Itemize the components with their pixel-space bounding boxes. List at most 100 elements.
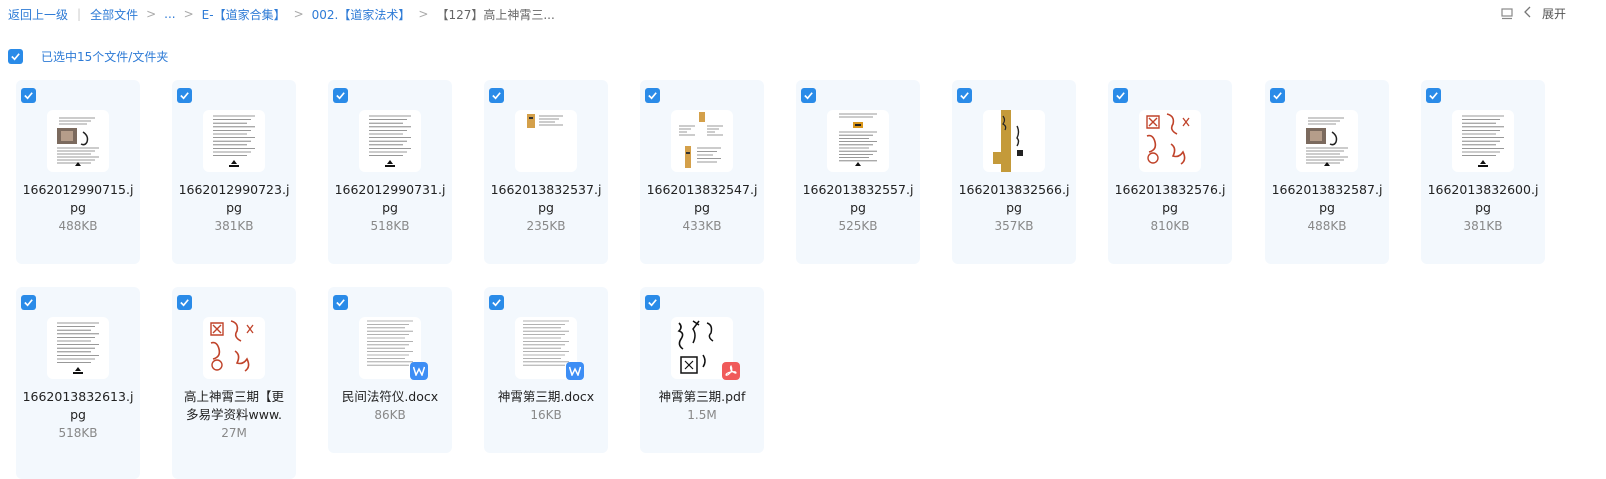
file-card[interactable]: 1662012990715.j pg 488KB [16,80,140,264]
file-name-line2: pg [850,200,866,215]
file-name: 高上神霄三期【更 多易学资料www. [176,388,292,424]
file-checkbox[interactable] [957,88,972,103]
check-icon [1273,92,1282,100]
file-card[interactable]: 1662013832537.j pg 235KB [484,80,608,264]
file-checkbox[interactable] [1270,88,1285,103]
file-name-line1: 1662013832566.j [958,182,1070,197]
file-checkbox[interactable] [333,295,348,310]
file-checkbox[interactable] [1113,88,1128,103]
file-thumbnail [1139,110,1201,172]
file-name: 神霄第三期.pdf [644,388,760,406]
file-card[interactable]: 1662013832566.j pg 357KB [952,80,1076,264]
check-icon [648,299,657,307]
file-name-line2: pg [382,200,398,215]
pdf-icon [722,362,740,380]
file-thumbnail [203,317,265,379]
chevron-right-icon: > [183,7,194,21]
breadcrumb-ellipsis[interactable]: ... [164,7,175,21]
file-size: 381KB [1463,219,1503,233]
file-card[interactable]: 高上神霄三期【更 多易学资料www. 27M [172,287,296,479]
file-size: 381KB [214,219,254,233]
file-size: 518KB [58,426,98,440]
file-name-line1: 高上神霄三期【更 [183,389,284,404]
breadcrumb-level2[interactable]: 002.【道家法术】 [312,6,411,23]
breadcrumb-level1[interactable]: E-【道家合集】 [202,6,286,23]
file-name: 1662013832600.j pg [1425,181,1541,217]
file-checkbox[interactable] [1426,88,1441,103]
file-checkbox[interactable] [177,295,192,310]
file-card[interactable]: 神霄第三期.docx 16KB [484,287,608,453]
file-name-line1: 1662013832613.j [22,389,134,404]
expand-button[interactable]: 展开 [1524,5,1566,22]
file-checkbox[interactable] [21,88,36,103]
file-thumbnail [203,110,265,172]
check-icon [11,53,20,61]
file-name-line1: 1662012990731.j [334,182,446,197]
file-name-line2: 多易学资料www. [186,407,282,422]
file-size: 16KB [530,408,562,422]
check-icon [1116,92,1125,100]
file-checkbox[interactable] [489,88,504,103]
file-thumbnail [515,110,577,172]
check-icon [492,299,501,307]
file-size: 433KB [682,219,722,233]
file-card[interactable]: 1662012990731.j pg 518KB [328,80,452,264]
check-icon [1429,92,1438,100]
file-checkbox[interactable] [645,88,660,103]
expand-label: 展开 [1541,7,1566,21]
file-name-line2: pg [226,200,242,215]
file-name: 1662013832537.j pg [488,181,604,217]
file-thumbnail [1296,110,1358,172]
check-icon [336,92,345,100]
file-name: 1662012990731.j pg [332,181,448,217]
file-name-line2: pg [70,407,86,422]
breadcrumb-all-files[interactable]: 全部文件 [90,6,138,23]
check-icon [180,299,189,307]
file-size: 525KB [838,219,878,233]
file-thumbnail [47,317,109,379]
file-card[interactable]: 1662013832600.j pg 381KB [1421,80,1545,264]
file-card[interactable]: 神霄第三期.pdf 1.5M [640,287,764,453]
breadcrumb-current: 【127】高上神霄三... [436,7,555,22]
check-icon [492,92,501,100]
file-card[interactable]: 1662013832547.j pg 433KB [640,80,764,264]
file-card[interactable]: 1662013832613.j pg 518KB [16,287,140,479]
file-thumbnail [1452,110,1514,172]
file-name-line1: 1662012990715.j [22,182,134,197]
file-name: 1662013832566.j pg [956,181,1072,217]
file-checkbox[interactable] [645,295,660,310]
file-size: 86KB [374,408,406,422]
check-icon [180,92,189,100]
file-checkbox[interactable] [489,295,504,310]
check-icon [24,299,33,307]
list-view-icon[interactable] [1500,7,1514,21]
file-name: 民间法符仪.docx [332,388,448,406]
breadcrumb: 返回上一级 | 全部文件 > ... > E-【道家合集】 > 002.【道家法… [8,5,555,23]
file-size: 1.5M [687,408,717,422]
file-name-line2: pg [1006,200,1022,215]
file-checkbox[interactable] [177,88,192,103]
file-name: 1662013832547.j pg [644,181,760,217]
select-all-checkbox[interactable] [8,49,23,64]
file-card[interactable]: 民间法符仪.docx 86KB [328,287,452,453]
file-card[interactable]: 1662013832557.j pg 525KB [796,80,920,264]
toolbar-right: 展开 [1500,5,1566,22]
file-thumbnail [983,110,1045,172]
divider: | [77,7,82,21]
file-thumbnail [671,110,733,172]
file-card[interactable]: 1662013832576.j pg 810KB [1108,80,1232,264]
file-checkbox[interactable] [21,295,36,310]
file-name-line2: pg [1319,200,1335,215]
file-name-line1: 神霄第三期.pdf [658,389,746,404]
check-icon [336,299,345,307]
file-card[interactable]: 1662013832587.j pg 488KB [1265,80,1389,264]
file-name-line1: 1662013832576.j [1114,182,1226,197]
back-link[interactable]: 返回上一级 [8,6,68,23]
file-checkbox[interactable] [801,88,816,103]
file-name-line1: 1662012990723.j [178,182,290,197]
select-all-row: 已选中15个文件/文件夹 [8,48,168,65]
file-size: 235KB [526,219,566,233]
file-checkbox[interactable] [333,88,348,103]
file-card[interactable]: 1662012990723.j pg 381KB [172,80,296,264]
check-icon [960,92,969,100]
